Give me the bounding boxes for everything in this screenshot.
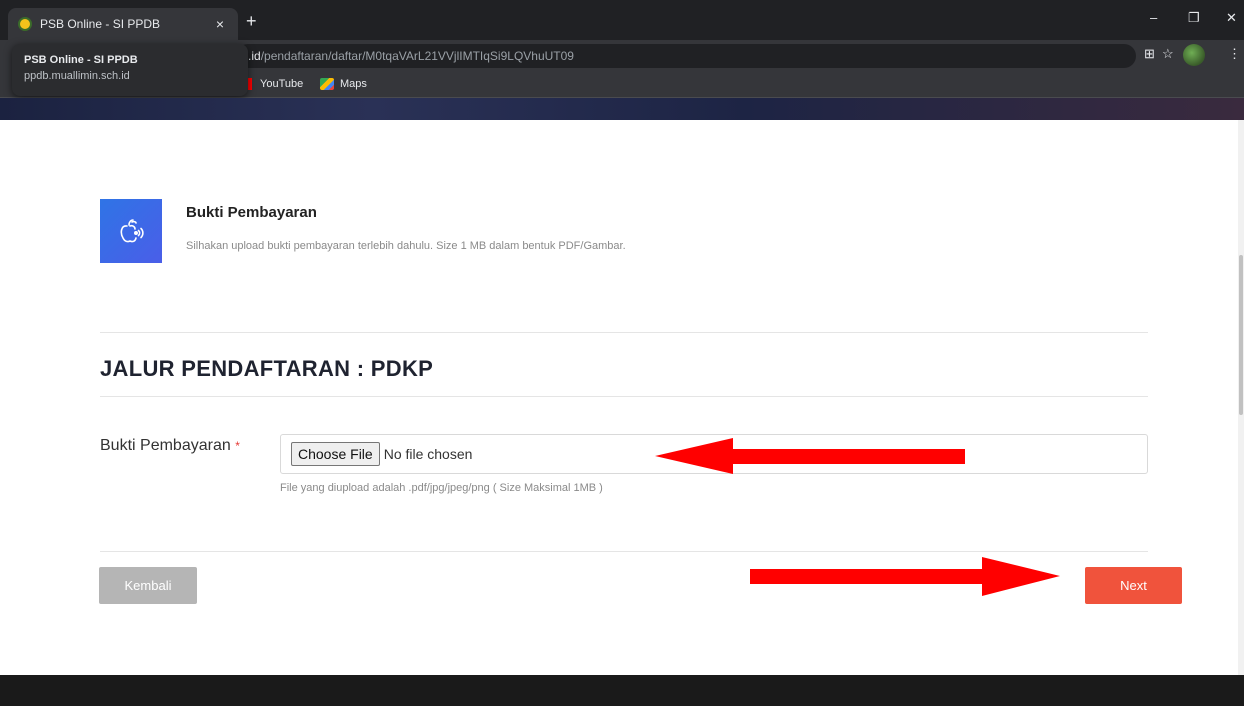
browser-menu-icon[interactable]: ⋮ [1228,46,1241,62]
browser-tab[interactable]: PSB Online - SI PPDB × [8,8,238,40]
divider [100,332,1148,333]
next-button[interactable]: Next [1085,567,1182,604]
address-bar[interactable]: .id/pendaftaran/daftar/M0tqaVArL21VVjlIM… [236,44,1136,68]
maps-icon [320,78,334,90]
scrollbar-thumb[interactable] [1239,255,1243,415]
file-status-text: No file chosen [383,446,473,462]
translate-icon[interactable]: ⊞ [1144,46,1155,62]
step-title: Bukti Pembayaran [186,204,317,221]
back-button[interactable]: Kembali [99,567,197,604]
apple-signal-icon [100,199,162,263]
required-marker: * [235,439,240,453]
profile-avatar[interactable] [1183,44,1205,66]
bookmark-label: Maps [340,78,367,90]
tab-title: PSB Online - SI PPDB [40,17,161,31]
minimize-icon[interactable]: – [1150,10,1157,25]
restore-icon[interactable]: ❐ [1188,10,1200,26]
annotation-arrow-left-icon [655,438,965,474]
tab-close-icon[interactable]: × [212,16,228,32]
step-description: Silhakan upload bukti pembayaran terlebi… [186,240,626,252]
url-host: .id [248,49,261,63]
url-path: /pendaftaran/daftar/M0tqaVArL21VVjlIMTIq… [260,49,574,63]
divider [100,551,1148,552]
site-favicon-icon [18,17,32,31]
tab-hover-card: PSB Online - SI PPDB ppdb.muallimin.sch.… [12,44,248,96]
bookmark-star-icon[interactable]: ☆ [1162,46,1174,62]
bookmark-label: YouTube [260,78,304,90]
bookmark-youtube[interactable]: YouTube [248,78,303,90]
browser-tab-bar: PSB Online - SI PPDB × + – ❐ ✕ [0,0,1244,40]
window-close-icon[interactable]: ✕ [1226,10,1237,26]
field-label-text: Bukti Pembayaran [100,437,231,454]
divider [100,396,1148,397]
file-help-text: File yang diupload adalah .pdf/jpg/jpeg/… [280,482,603,494]
hover-card-domain: ppdb.muallimin.sch.id [24,70,130,82]
header-banner-strip [0,98,1244,120]
choose-file-button[interactable]: Choose File [291,442,380,466]
annotation-arrow-right-icon [750,557,1060,596]
youtube-icon [248,78,252,90]
new-tab-button[interactable]: + [246,12,257,30]
field-label-bukti-pembayaran: Bukti Pembayaran * [100,434,240,458]
section-heading: JALUR PENDAFTARAN : PDKP [100,356,434,381]
page-footer [0,675,1244,706]
hover-card-title: PSB Online - SI PPDB [24,54,138,66]
bookmark-maps[interactable]: Maps [320,78,367,90]
